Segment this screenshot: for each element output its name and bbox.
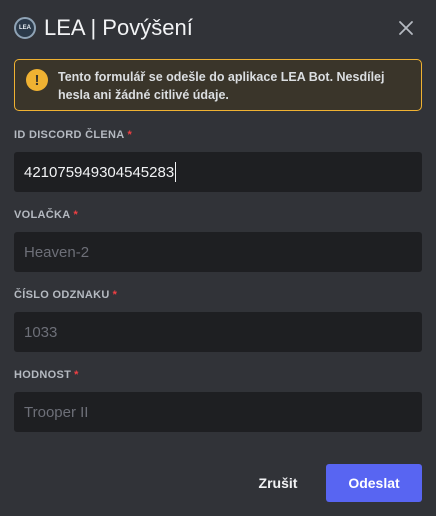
text-caret [175, 162, 177, 182]
warning-text: Tento formulář se odešle do aplikace LEA… [58, 70, 385, 102]
required-marker: * [127, 129, 133, 141]
warning-banner: ! Tento formulář se odešle do aplikace L… [14, 59, 422, 111]
field-label-text: HODNOST [14, 369, 72, 381]
modal-title: LEA | Povýšení [44, 15, 193, 40]
field-label-callsign: VOLAČKA * [14, 209, 78, 221]
required-marker: * [73, 209, 79, 221]
lea-logo-icon: LEA [14, 17, 36, 39]
field-label-discord-id: ID DISCORD ČLENA * [14, 129, 132, 141]
promotion-modal: LEA LEA | Povýšení ! Tento formulář se o… [0, 0, 436, 516]
exclamation-icon: ! [26, 69, 48, 91]
callsign-placeholder: Heaven-2 [24, 243, 90, 261]
modal-header: LEA LEA | Povýšení [14, 12, 193, 44]
callsign-input[interactable]: Heaven-2 [14, 232, 422, 272]
field-label-text: ID DISCORD ČLENA [14, 129, 125, 141]
close-icon [399, 21, 413, 35]
rank-input[interactable]: Trooper II [14, 392, 422, 432]
required-marker: * [112, 289, 118, 301]
discord-id-value: 421075949304545283 [24, 163, 175, 181]
badge-number-placeholder: 1033 [24, 323, 58, 341]
required-marker: * [74, 369, 79, 381]
field-label-badge-number: ČÍSLO ODZNAKU * [14, 289, 117, 301]
field-label-rank: HODNOST * [14, 369, 79, 381]
badge-number-input[interactable]: 1033 [14, 312, 422, 352]
field-label-text: ČÍSLO ODZNAKU [14, 289, 110, 301]
submit-button[interactable]: Odeslat [326, 464, 422, 502]
field-label-text: VOLAČKA [14, 209, 71, 221]
close-button[interactable] [394, 16, 418, 40]
discord-id-input[interactable]: 421075949304545283 [14, 152, 422, 192]
rank-placeholder: Trooper II [24, 403, 89, 421]
cancel-button[interactable]: Zrušit [246, 464, 310, 502]
